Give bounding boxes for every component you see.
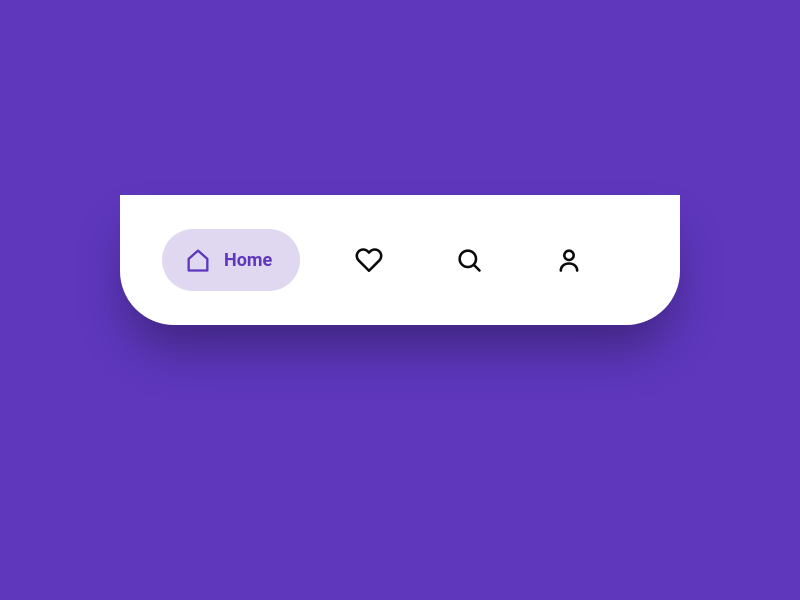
nav-item-home[interactable]: Home (162, 229, 300, 291)
nav-item-label: Home (224, 250, 272, 271)
nav-item-likes[interactable] (338, 229, 400, 291)
nav-item-search[interactable] (438, 229, 500, 291)
nav-item-profile[interactable] (538, 229, 600, 291)
heart-icon (355, 246, 383, 274)
user-icon (555, 246, 583, 274)
search-icon (455, 246, 483, 274)
bottom-nav: Home (120, 195, 680, 325)
home-icon (184, 246, 212, 274)
